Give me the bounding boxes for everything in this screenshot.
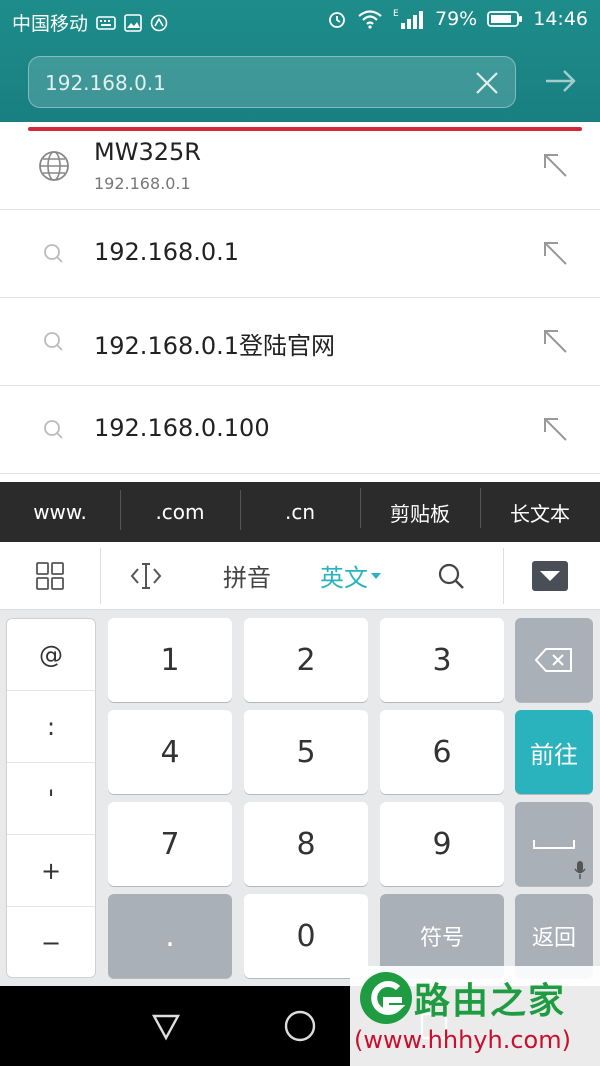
back-nav-icon[interactable] [148, 1008, 184, 1044]
key-dot[interactable]: . [108, 894, 232, 978]
key-plus[interactable]: + [7, 835, 95, 907]
suggestion-title: 192.168.0.100 [94, 414, 270, 442]
network-type-label: E [393, 9, 399, 19]
key-8[interactable]: 8 [244, 802, 368, 886]
go-key[interactable]: 前往 [515, 710, 593, 794]
keyboard-toolbar: 拼音 英文 [0, 542, 600, 610]
browser-header: 中国移动 E 79% 14:46 192.168.0.1 [0, 0, 600, 122]
home-nav-icon[interactable] [282, 1008, 318, 1044]
carrier-label: 中国移动 [12, 13, 89, 35]
key-3[interactable]: 3 [380, 618, 504, 702]
signal-icon: E [393, 8, 425, 30]
backspace-icon [534, 648, 572, 672]
watermark-brand: 路由之家 [414, 981, 567, 1022]
suggestion-title: MW325R [94, 138, 201, 166]
go-arrow-icon[interactable] [544, 66, 578, 96]
fill-arrow-icon[interactable] [540, 238, 570, 268]
grid-menu-icon[interactable] [0, 542, 100, 610]
status-bar: 中国移动 E 79% 14:46 [0, 0, 600, 42]
pinyin-tab[interactable]: 拼音 [191, 542, 303, 610]
watermark: 路由之家 (www.hhhyh.com) [350, 966, 600, 1066]
keyboard-notification-icon [96, 15, 116, 31]
space-key[interactable] [515, 802, 593, 886]
battery-percent: 79% [435, 8, 478, 30]
fill-arrow-icon[interactable] [540, 414, 570, 444]
backspace-key[interactable] [515, 618, 593, 702]
suggestion-item-search[interactable]: 192.168.0.100 [0, 386, 600, 474]
english-tab-label: 英文 [320, 564, 368, 592]
suggestion-list: MW325R 192.168.0.1 192.168.0.1 192.168.0… [0, 122, 600, 474]
shortcut-clipboard[interactable]: 剪贴板 [360, 487, 480, 528]
key-9[interactable]: 9 [380, 802, 504, 886]
key-7[interactable]: 7 [108, 802, 232, 886]
key-minus[interactable]: − [7, 907, 95, 979]
app-notification-icon [150, 14, 168, 32]
hide-keyboard-icon[interactable] [504, 542, 596, 610]
key-colon[interactable]: : [7, 691, 95, 763]
watermark-logo-icon [358, 970, 414, 1026]
key-5[interactable]: 5 [244, 710, 368, 794]
search-icon [38, 326, 70, 358]
wifi-icon [357, 9, 383, 29]
suggestion-item-search[interactable]: 192.168.0.1 [0, 210, 600, 298]
search-icon [38, 238, 70, 270]
space-icon [533, 840, 575, 849]
fill-arrow-icon[interactable] [540, 150, 570, 180]
clock: 14:46 [533, 8, 588, 30]
shortcut-cn[interactable]: .cn [240, 490, 360, 530]
suggestion-item-history[interactable]: MW325R 192.168.0.1 [0, 122, 600, 210]
microphone-icon [574, 861, 586, 879]
cursor-move-icon[interactable] [101, 542, 191, 610]
key-2[interactable]: 2 [244, 618, 368, 702]
suggestion-title: 192.168.0.1登陆官网 [94, 332, 336, 360]
key-apostrophe[interactable]: ' [7, 763, 95, 835]
url-row: 192.168.0.1 [0, 50, 600, 114]
suggestion-title: 192.168.0.1 [94, 238, 240, 266]
shortcut-long-text[interactable]: 长文本 [480, 487, 600, 528]
battery-icon [487, 10, 523, 28]
key-6[interactable]: 6 [380, 710, 504, 794]
image-notification-icon [124, 13, 142, 32]
key-1[interactable]: 1 [108, 618, 232, 702]
url-input[interactable]: 192.168.0.1 [28, 56, 516, 108]
keyboard-shortcut-bar: www. .com .cn 剪贴板 长文本 [0, 482, 600, 542]
key-0[interactable]: 0 [244, 894, 368, 978]
english-tab[interactable]: 英文 [303, 542, 399, 610]
suggestion-subtitle: 192.168.0.1 [94, 174, 191, 193]
globe-icon [38, 150, 70, 182]
shortcut-www[interactable]: www. [0, 500, 120, 524]
watermark-url: (www.hhhyh.com) [354, 1026, 571, 1054]
clear-icon[interactable] [473, 69, 501, 97]
alarm-icon [327, 9, 347, 29]
key-4[interactable]: 4 [108, 710, 232, 794]
keyboard-search-icon[interactable] [399, 542, 503, 610]
suggestion-item-search[interactable]: 192.168.0.1登陆官网 [0, 298, 600, 386]
search-icon [38, 414, 70, 446]
symbol-column: @ : ' + − [6, 618, 96, 978]
key-at[interactable]: @ [7, 619, 95, 691]
fill-arrow-icon[interactable] [540, 326, 570, 356]
url-text: 192.168.0.1 [45, 71, 166, 95]
shortcut-com[interactable]: .com [120, 490, 240, 530]
dropdown-caret-icon [371, 572, 381, 579]
numeric-keyboard: @ : ' + − 1 2 3 4 5 6 前往 7 8 9 . 0 符号 返回 [0, 610, 600, 986]
